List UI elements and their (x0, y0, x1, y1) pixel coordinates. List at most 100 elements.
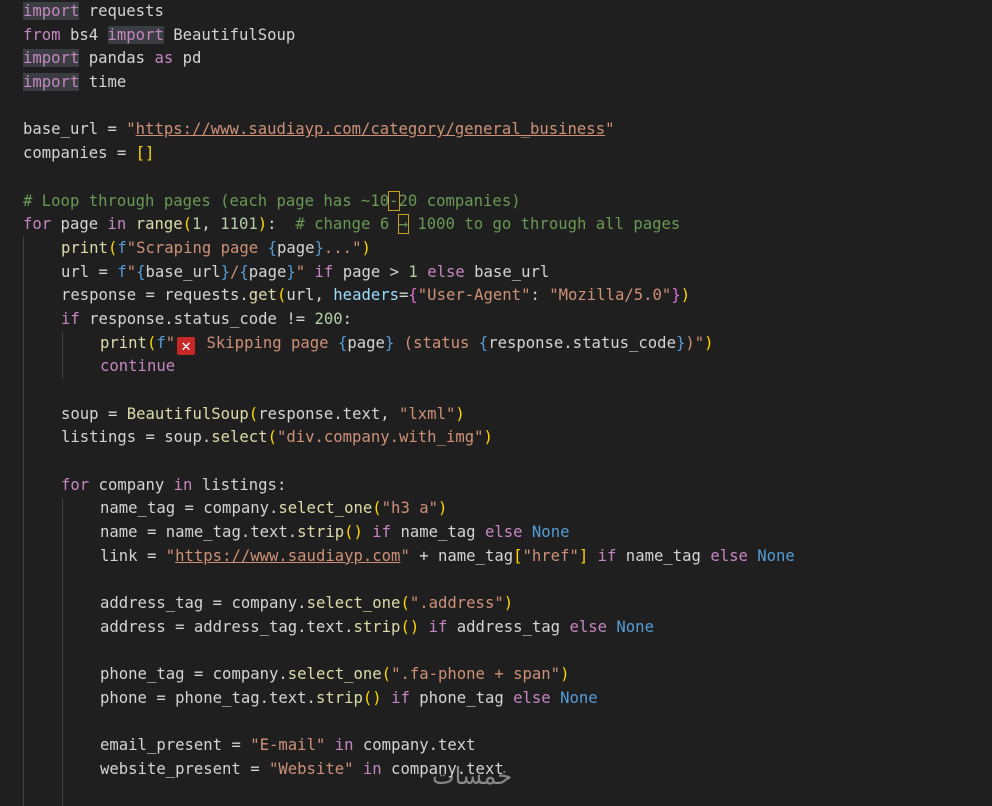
code-token: = requests. (136, 286, 249, 305)
code-token: 1 (192, 215, 202, 234)
code-token: response.text, (258, 404, 400, 423)
code-token: select_one (287, 665, 382, 684)
code-line[interactable] (23, 711, 992, 735)
code-line[interactable]: name = name_tag.text.strip() if name_tag… (23, 521, 992, 545)
code-line[interactable]: import pandas as pd (23, 47, 992, 71)
code-token: } (384, 333, 395, 352)
code-line[interactable]: companies = [] (23, 142, 992, 166)
code-line[interactable]: # Loop through pages (each page has ~10-… (23, 190, 992, 214)
code-token: listings (61, 428, 137, 447)
code-token: " (165, 546, 176, 565)
code-line[interactable] (23, 450, 992, 474)
code-token: "lxml" (399, 404, 456, 423)
code-token: ( (107, 238, 118, 257)
code-line[interactable]: for page in range(1, 1101): # change 6 →… (23, 213, 992, 237)
code-line[interactable]: address = address_tag.text.strip() if ad… (23, 616, 992, 640)
code-line[interactable]: name_tag = company.select_one("h3 a") (23, 497, 992, 521)
code-line[interactable]: from bs4 import BeautifulSoup (23, 24, 992, 48)
code-line[interactable]: base_url = "https://www.saudiayp.com/cat… (23, 118, 992, 142)
code-token: 1000 to go through all pages (408, 215, 681, 234)
code-token: else (427, 262, 465, 281)
code-token: = (240, 760, 269, 778)
code-token: " (400, 546, 410, 565)
code-token: as (154, 49, 174, 68)
code-line[interactable]: url = f"{base_url}/{page}" if page > 1 e… (23, 261, 992, 285)
code-line[interactable] (23, 640, 992, 664)
code-token: { (239, 262, 249, 281)
code-token: = (137, 546, 166, 565)
code-line[interactable] (23, 379, 992, 403)
code-line[interactable] (23, 166, 992, 190)
code-token: https://www.saudiayp.com (175, 546, 401, 565)
code-token: (status (394, 333, 479, 352)
code-token: = name_tag.text. (137, 523, 298, 542)
code-line[interactable]: if response.status_code != 200: (23, 308, 992, 332)
code-token: if (597, 546, 617, 565)
code-token: base_url (464, 262, 550, 281)
code-line[interactable]: listings = soup.select("div.company.with… (23, 426, 992, 450)
code-line[interactable]: print(f" ✕ Skipping page {page} (status {… (23, 332, 992, 356)
code-line[interactable] (23, 95, 992, 119)
code-line[interactable]: for company in listings: (23, 474, 992, 498)
code-token: + name_tag (409, 546, 514, 565)
code-token: = soup. (136, 428, 212, 447)
code-token: ( (276, 286, 287, 305)
code-token: Skipping page (197, 333, 338, 352)
code-token: "Mozilla/5.0" (549, 286, 672, 305)
code-line[interactable]: link = "https://www.saudiayp.com" + name… (23, 545, 992, 569)
code-token: "h3 a" (381, 499, 439, 518)
code-token: : (530, 286, 550, 305)
code-token: name_tag (100, 499, 176, 518)
code-token: } (220, 262, 231, 281)
code-token: bs4 (60, 25, 108, 44)
code-token: page > (333, 262, 409, 281)
code-token: , (201, 215, 221, 234)
code-line[interactable]: continue (23, 355, 992, 379)
code-token: ..." (323, 238, 362, 257)
code-token: company.text (353, 736, 476, 755)
code-token: / (230, 262, 240, 281)
code-token: url, (286, 286, 334, 305)
code-token: = (222, 736, 251, 755)
code-token: } (286, 262, 296, 281)
code-token: page (276, 238, 315, 257)
code-token: address_tag (100, 594, 204, 613)
code-line[interactable]: phone = phone_tag.text.strip() if phone_… (23, 687, 992, 711)
code-token: # change 6 (295, 215, 399, 234)
code-token: ) (503, 594, 514, 613)
code-token: = (399, 286, 409, 305)
code-line[interactable]: import time (23, 71, 992, 95)
code-line[interactable] (23, 569, 992, 593)
code-token: phone_tag (409, 688, 514, 707)
code-line[interactable]: email_present = "E-mail" in company.text (23, 734, 992, 758)
code-token: website_present (100, 760, 241, 778)
code-token: ( (400, 594, 410, 613)
code-token: pandas (79, 49, 155, 68)
code-token: )" (685, 333, 705, 352)
code-token: in (362, 760, 382, 778)
code-token: else (710, 546, 748, 565)
code-token: " (126, 120, 136, 139)
code-line[interactable]: address_tag = company.select_one(".addre… (23, 592, 992, 616)
code-editor[interactable]: import requests from bs4 import Beautiful… (0, 0, 992, 806)
code-line[interactable]: import requests (23, 0, 992, 24)
code-token: f (156, 333, 166, 352)
code-token: link (100, 546, 138, 565)
code-line[interactable]: soup = BeautifulSoup(response.text, "lxm… (23, 403, 992, 427)
code-token: soup (61, 404, 99, 423)
code-area[interactable]: import requests from bs4 import Beautiful… (23, 0, 992, 806)
code-token: = address_tag.text. (165, 617, 354, 636)
code-line[interactable]: print(f"Scraping page {page}...") (23, 237, 992, 261)
code-line[interactable]: response = requests.get(url, headers={"U… (23, 284, 992, 308)
code-token: phone (100, 688, 147, 707)
code-token: ] (578, 546, 589, 565)
code-token: ) (680, 286, 691, 305)
code-line[interactable]: phone_tag = company.select_one(".fa-phon… (23, 663, 992, 687)
code-token: } (675, 333, 686, 352)
code-token: page (248, 262, 287, 281)
